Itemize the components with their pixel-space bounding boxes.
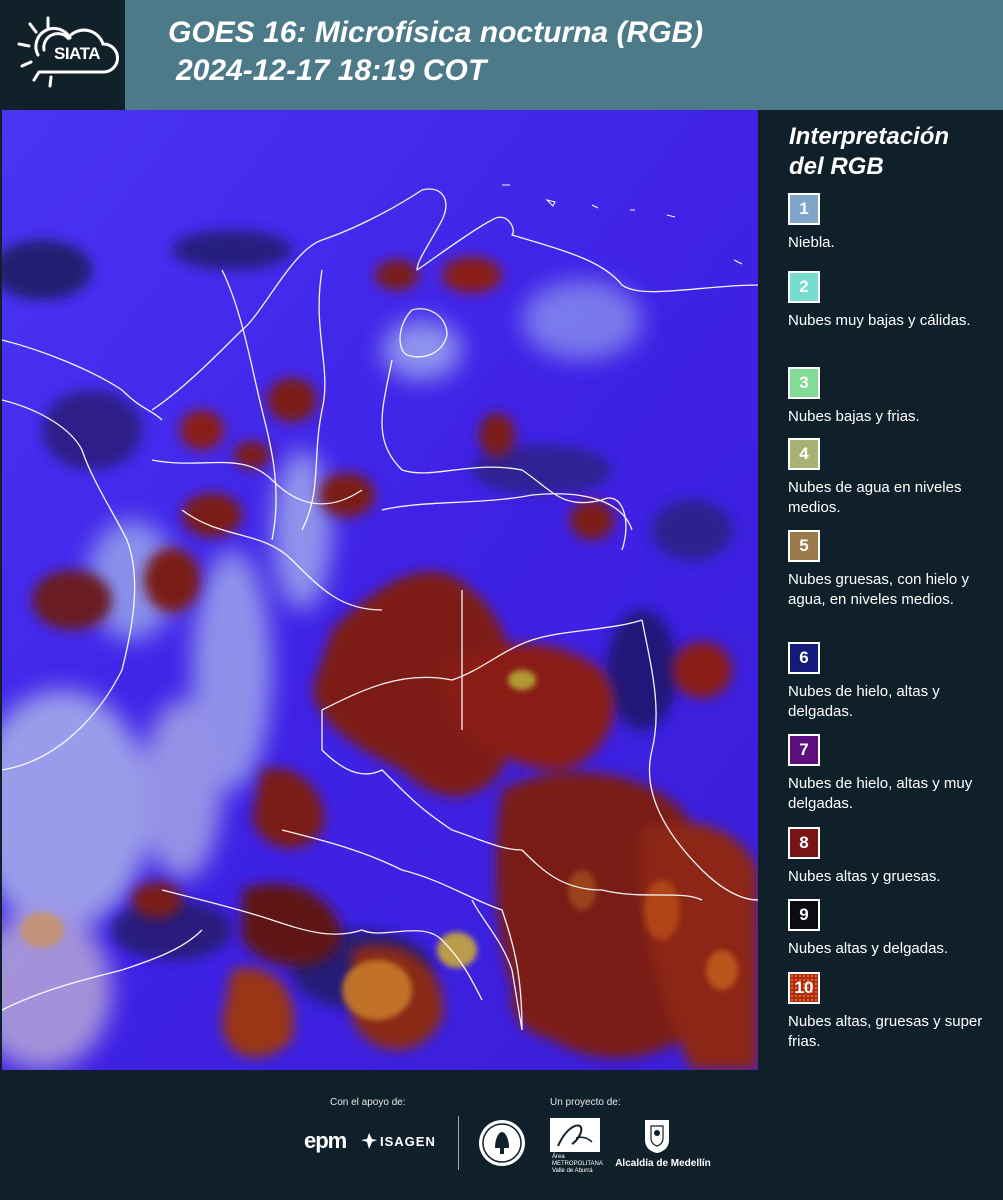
isagen-logo[interactable]: ISAGEN — [380, 1134, 436, 1149]
legend-swatch: 1 — [788, 193, 820, 225]
legend-title-line1: Interpretación — [789, 123, 950, 150]
legend-label: Nubes muy bajas y cálidas. — [788, 312, 971, 329]
isagen-icon — [361, 1133, 377, 1149]
legend-swatch: 10 — [788, 972, 820, 1004]
legend-item-7: 7 Nubes de hielo, altas y muy delgadas. — [788, 734, 1000, 814]
legend-title: Interpretación del RGB — [789, 122, 999, 182]
legend-item-9: 9 Nubes altas y delgadas. — [788, 899, 1000, 959]
legend-label: Nubes altas, gruesas y super frias. — [788, 1013, 983, 1050]
legend-swatch: 6 — [788, 642, 820, 674]
legend-label: Nubes altas y delgadas. — [788, 940, 949, 957]
legend-label: Nubes altas y gruesas. — [788, 868, 941, 885]
project-label: Un proyecto de: — [550, 1097, 621, 1108]
legend-label: Nubes de hielo, altas y delgadas. — [788, 683, 940, 720]
satellite-map[interactable] — [2, 110, 758, 1070]
footer-divider — [458, 1116, 459, 1170]
legend-item-5: 5 Nubes gruesas, con hielo y agua, en ni… — [788, 530, 1000, 610]
legend-item-2: 2 Nubes muy bajas y cálidas. — [788, 271, 1000, 331]
title-product: GOES 16: Microfísica nocturna (RGB) — [168, 16, 704, 49]
alcaldia-shield-icon[interactable] — [643, 1118, 671, 1154]
epm-logo[interactable]: epm — [304, 1128, 347, 1154]
legend-label: Niebla. — [788, 234, 835, 251]
logo-text: SIATA — [54, 44, 100, 63]
legend-item-1: 1 Niebla. — [788, 193, 1000, 253]
support-label: Con el apoyo de: — [330, 1097, 406, 1108]
legend-swatch: 3 — [788, 367, 820, 399]
legend-title-line2: del RGB — [789, 153, 884, 180]
area-metropolitana-logo[interactable] — [550, 1118, 600, 1152]
legend-label: Nubes bajas y frias. — [788, 408, 920, 425]
legend-label: Nubes gruesas, con hielo y agua, en nive… — [788, 571, 969, 608]
legend-swatch: 5 — [788, 530, 820, 562]
legend-swatch: 9 — [788, 899, 820, 931]
legend-item-8: 8 Nubes altas y gruesas. — [788, 827, 1000, 887]
legend-swatch: 4 — [788, 438, 820, 470]
legend-label: Nubes de agua en niveles medios. — [788, 479, 962, 516]
alcaldia-text: Alcaldía de Medellín — [615, 1158, 711, 1169]
legend-item-3: 3 Nubes bajas y frias. — [788, 367, 1000, 427]
legend-panel: Interpretación del RGB 1 Niebla. 2 Nubes… — [760, 110, 1003, 1070]
siata-logo[interactable]: SIATA — [0, 0, 125, 110]
footer: Con el apoyo de: Un proyecto de: epm ISA… — [0, 1070, 1003, 1200]
seal-icon[interactable] — [477, 1118, 527, 1168]
legend-item-6: 6 Nubes de hielo, altas y delgadas. — [788, 642, 1000, 722]
page-title: GOES 16: Microfísica nocturna (RGB) 2024… — [168, 14, 988, 90]
legend-item-10: 10 Nubes altas, gruesas y super frias. — [788, 972, 1000, 1052]
area-metropolitana-text: Área METROPOLITANA Valle de Aburrá — [552, 1154, 603, 1174]
header: SIATA GOES 16: Microfísica nocturna (RGB… — [0, 0, 1003, 110]
title-timestamp: 2024-12-17 18:19 COT — [176, 54, 487, 87]
legend-swatch: 7 — [788, 734, 820, 766]
satellite-image — [2, 110, 758, 1070]
legend-item-4: 4 Nubes de agua en niveles medios. — [788, 438, 1000, 518]
legend-label: Nubes de hielo, altas y muy delgadas. — [788, 775, 973, 812]
legend-swatch: 8 — [788, 827, 820, 859]
legend-swatch: 2 — [788, 271, 820, 303]
